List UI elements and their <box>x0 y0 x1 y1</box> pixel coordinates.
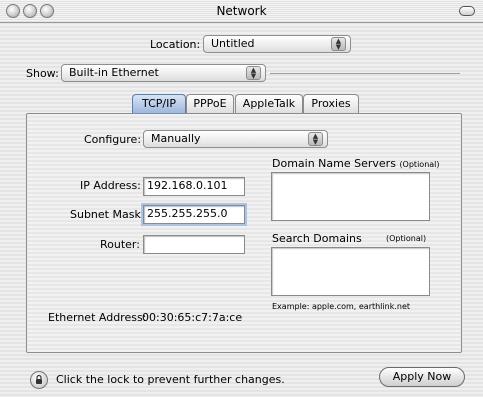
dns-optional: (Optional) <box>399 160 440 169</box>
router-label: Router: <box>100 238 140 251</box>
router-field[interactable] <box>143 235 245 254</box>
subnet-mask-field[interactable]: 255.255.255.0 <box>141 203 247 226</box>
separator <box>270 73 460 74</box>
location-value: Untitled <box>211 37 255 50</box>
tab-proxies[interactable]: Proxies <box>303 94 359 113</box>
apply-now-button[interactable]: Apply Now <box>379 367 465 387</box>
popup-arrows-icon: ▲ ▼ <box>308 132 323 146</box>
tab-appletalk[interactable]: AppleTalk <box>235 94 303 113</box>
ip-address-field[interactable]: 192.168.0.101 <box>143 177 245 196</box>
title-bar: Network <box>0 0 483 23</box>
toolbar-toggle-icon[interactable] <box>459 6 475 16</box>
search-domains-label: Search Domains <box>272 232 362 245</box>
window-title: Network <box>216 4 267 18</box>
subnet-mask-value: 255.255.255.0 <box>147 207 228 220</box>
ethernet-address-value: 00:30:65:c7:7a:ce <box>142 311 243 324</box>
location-label: Location: <box>150 38 201 51</box>
lock-message: Click the lock to prevent further change… <box>56 373 285 386</box>
dns-servers-textarea[interactable] <box>271 172 430 221</box>
configure-popup[interactable]: Manually ▲ ▼ <box>143 130 328 148</box>
location-popup[interactable]: Untitled ▲ ▼ <box>203 35 351 53</box>
ip-address-value: 192.168.0.101 <box>147 179 228 192</box>
ethernet-address-label: Ethernet Address: <box>48 311 147 324</box>
popup-arrows-icon: ▲ ▼ <box>246 66 261 80</box>
popup-arrows-icon: ▲ ▼ <box>331 37 346 51</box>
search-domains-textarea[interactable] <box>271 247 430 296</box>
show-popup[interactable]: Built-in Ethernet ▲ ▼ <box>61 64 266 82</box>
search-domains-optional: (Optional) <box>386 234 427 243</box>
search-domains-example: Example: apple.com, earthlink.net <box>272 302 411 311</box>
tab-pppoe[interactable]: PPPoE <box>186 94 234 113</box>
tab-tcpip[interactable]: TCP/IP <box>132 94 186 113</box>
show-value: Built-in Ethernet <box>69 66 159 79</box>
lock-icon[interactable] <box>30 371 48 389</box>
configure-label: Configure: <box>84 133 142 146</box>
subnet-label: Subnet Mask: <box>70 208 145 221</box>
dns-label: Domain Name Servers (Optional) <box>272 157 440 170</box>
show-label: Show: <box>26 67 59 80</box>
ip-label: IP Address: <box>80 179 141 192</box>
configure-value: Manually <box>151 132 201 145</box>
dns-label-text: Domain Name Servers <box>272 157 396 170</box>
